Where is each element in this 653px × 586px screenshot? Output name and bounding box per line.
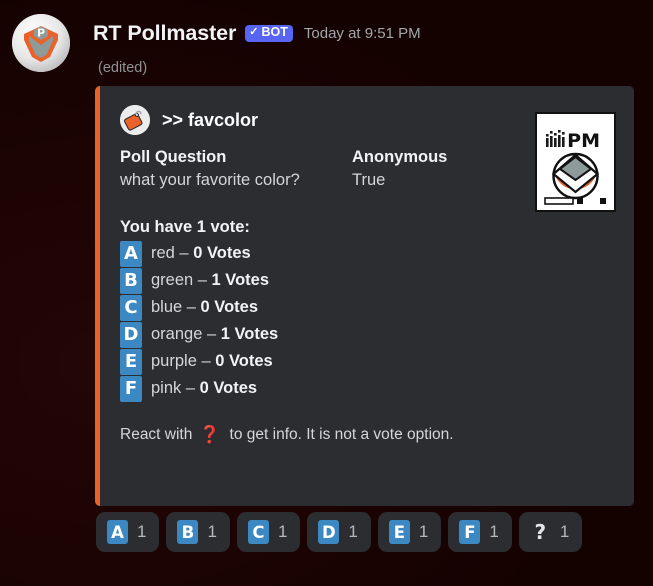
vote-allowance-label: You have 1 vote: [120, 218, 250, 236]
author-line: RT Pollmaster ✓ BOT Today at 9:51 PM [93, 19, 421, 47]
question-mark-icon: ❓ [199, 425, 221, 445]
reaction-d[interactable]: D 1 [307, 512, 371, 552]
letter-f-icon: F [120, 375, 142, 402]
poll-option-b: B green – 1 Votes [120, 267, 616, 294]
bot-badge-label: BOT [261, 25, 288, 40]
letter-b-icon: B [177, 520, 199, 544]
letter-d-icon: D [318, 520, 340, 544]
poll-option-label: blue – 0 Votes [151, 298, 259, 316]
pollmaster-avatar-icon: P [12, 14, 70, 72]
svg-text:P: P [37, 27, 45, 40]
embed-description: You have 1 vote: A red – 0 Votes B green… [120, 218, 616, 402]
letter-a-icon: A [107, 520, 128, 544]
letter-d-icon: D [120, 321, 142, 348]
footer-suffix: to get info. It is not a vote option. [229, 426, 454, 443]
question-mark-icon: ? [534, 520, 547, 544]
letter-e-icon: E [120, 348, 142, 375]
poll-option-f: F pink – 0 Votes [120, 375, 616, 402]
check-icon: ✓ [249, 26, 259, 38]
poll-option-a: A red – 0 Votes [120, 240, 616, 267]
reaction-count: 1 [418, 522, 429, 541]
reaction-count: 1 [207, 522, 217, 541]
letter-c-icon: C [247, 520, 269, 544]
letter-b-icon: B [120, 267, 142, 294]
reaction-count: 1 [489, 522, 499, 541]
label-tag-icon [120, 105, 150, 135]
embed-footer-note: React with ❓ to get info. It is not a vo… [120, 425, 616, 445]
poll-option-label: purple – 0 Votes [151, 352, 273, 370]
reaction-e[interactable]: E 1 [377, 512, 442, 552]
field-poll-question: Poll Question what your favorite color? [120, 148, 352, 190]
letter-f-icon: F [459, 520, 481, 544]
letter-a-icon: A [120, 240, 142, 267]
poll-option-label: orange – 1 Votes [151, 325, 279, 343]
reaction-a[interactable]: A 1 [96, 512, 160, 552]
username[interactable]: RT Pollmaster [93, 21, 236, 46]
poll-option-c: C blue – 0 Votes [120, 294, 616, 321]
reaction-count: 1 [277, 522, 288, 541]
discord-message-view: P RT Pollmaster ✓ BOT Today at 9:51 PM (… [0, 0, 653, 586]
avatar[interactable]: P [12, 14, 70, 72]
reaction-b[interactable]: B 1 [166, 512, 230, 552]
embed-thumbnail[interactable]: PM [535, 112, 616, 212]
poll-option-label: pink – 0 Votes [151, 379, 258, 397]
svg-text:PM: PM [567, 130, 600, 152]
reaction-count: 1 [137, 522, 147, 541]
footer-prefix: React with [120, 426, 193, 443]
reaction-count: 1 [559, 522, 570, 541]
poll-option-d: D orange – 1 Votes [120, 321, 616, 348]
letter-c-icon: C [120, 294, 142, 321]
timestamp: Today at 9:51 PM [303, 24, 421, 42]
field-name: Poll Question [120, 148, 227, 166]
poll-embed: >> favcolor Poll Question what your favo… [95, 86, 634, 506]
field-value: what your favorite color? [120, 171, 300, 189]
reaction-f[interactable]: F 1 [448, 512, 512, 552]
letter-e-icon: E [388, 520, 410, 544]
reaction-question[interactable]: ? 1 [518, 512, 583, 552]
reaction-c[interactable]: C 1 [236, 512, 301, 552]
bot-badge: ✓ BOT [245, 24, 293, 42]
message-header: P RT Pollmaster ✓ BOT Today at 9:51 PM (… [0, 0, 653, 88]
reaction-count: 1 [348, 522, 358, 541]
edited-label: (edited) [98, 60, 148, 76]
embed-author-name[interactable]: >> favcolor [162, 110, 258, 131]
poll-option-label: green – 1 Votes [151, 271, 270, 289]
pollmaster-thumbnail-icon: PM [537, 114, 614, 210]
poll-option-e: E purple – 0 Votes [120, 348, 616, 375]
reaction-bar: A 1 B 1 C 1 D 1 E 1 F 1 ? 1 [96, 512, 583, 552]
poll-option-label: red – 0 Votes [151, 244, 251, 262]
